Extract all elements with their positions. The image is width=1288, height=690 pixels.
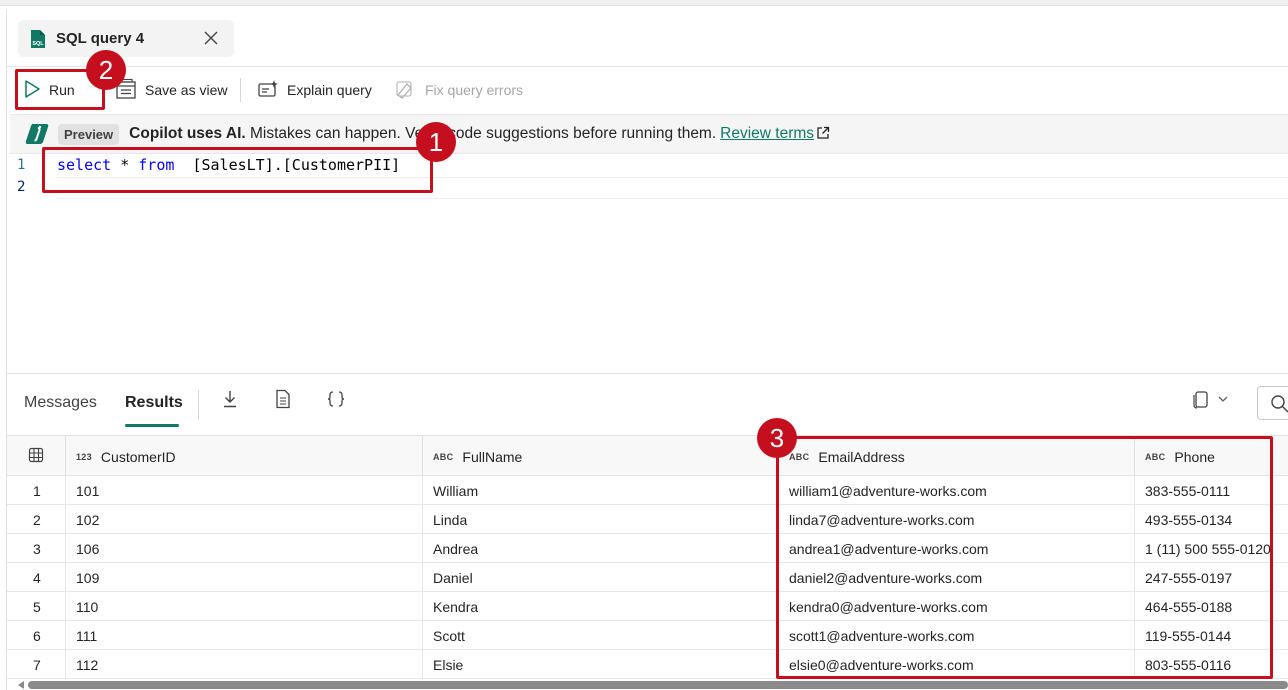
save-as-view-button[interactable]: Save as view <box>115 74 227 106</box>
table-grid-icon <box>28 447 44 466</box>
copy-icon[interactable] <box>1190 388 1212 410</box>
line-number: 2 <box>17 179 26 195</box>
row-number: 3 <box>33 540 41 557</box>
column-type-badge: ABC <box>433 451 454 462</box>
tab-bar: SQL SQL query 4 <box>7 12 1288 67</box>
tab-results[interactable]: Results <box>125 394 183 412</box>
fix-query-errors-button[interactable]: Fix query errors <box>395 74 523 106</box>
callout-box-query <box>42 147 433 193</box>
callout-badge-1: 1 <box>416 122 456 162</box>
column-name: FullName <box>462 448 523 465</box>
row-number: 2 <box>33 511 41 528</box>
pane-divider[interactable] <box>7 373 1288 374</box>
download-icon[interactable] <box>219 388 241 410</box>
active-tab-indicator <box>125 424 179 427</box>
window-top-strip <box>0 0 1288 6</box>
column-header-fullname[interactable]: ABC FullName <box>422 436 778 477</box>
callout-box-columns <box>776 436 1273 679</box>
fix-query-errors-label: Fix query errors <box>425 82 524 98</box>
scroll-left-arrow[interactable] <box>18 681 24 689</box>
sql-icon-text: SQL <box>32 41 44 47</box>
row-number: 5 <box>33 598 41 615</box>
results-search-input[interactable] <box>1257 386 1288 420</box>
row-number: 6 <box>33 627 41 644</box>
cell-fullname[interactable]: Scott <box>422 621 778 650</box>
preview-badge: Preview <box>58 123 120 145</box>
explain-query-label: Explain query <box>287 82 372 98</box>
results-separator <box>198 390 199 420</box>
cell-fullname[interactable]: Linda <box>422 505 778 534</box>
cell-customerid[interactable]: 112 <box>65 650 422 679</box>
cell-fullname[interactable]: Kendra <box>422 592 778 621</box>
cell-customerid[interactable]: 106 <box>65 534 422 563</box>
horizontal-scrollbar[interactable] <box>28 681 1288 689</box>
tab-title: SQL query 4 <box>56 30 145 47</box>
toolbar-separator <box>240 78 241 102</box>
results-tab-bar: Messages Results <box>7 380 1288 432</box>
fix-errors-icon <box>395 79 417 102</box>
external-link-icon[interactable] <box>816 126 830 143</box>
disclaimer-text: Mistakes can happen. Verify code suggest… <box>245 125 717 142</box>
row-number: 1 <box>33 482 41 499</box>
copilot-icon <box>24 122 50 146</box>
cell-fullname[interactable]: Elsie <box>422 650 778 679</box>
explain-sparkle-icon <box>257 79 279 102</box>
explain-query-button[interactable]: Explain query <box>257 74 372 106</box>
column-name: CustomerID <box>100 448 176 465</box>
close-icon[interactable] <box>200 27 222 49</box>
tab-messages[interactable]: Messages <box>24 394 97 412</box>
row-number: 4 <box>33 569 41 586</box>
toolbar: Run Save as view Explain query Fix query… <box>7 70 1288 110</box>
cell-customerid[interactable]: 109 <box>65 563 422 592</box>
save-as-view-label: Save as view <box>145 82 228 98</box>
cell-customerid[interactable]: 102 <box>65 505 422 534</box>
json-braces-icon[interactable] <box>325 388 347 410</box>
cell-fullname[interactable]: Daniel <box>422 563 778 592</box>
chevron-down-icon[interactable] <box>1212 388 1234 410</box>
review-terms-link[interactable]: Review terms <box>720 125 814 143</box>
line-number: 1 <box>17 157 26 173</box>
csv-file-icon[interactable] <box>272 388 294 410</box>
cell-customerid[interactable]: 111 <box>65 621 422 650</box>
sql-file-icon: SQL <box>30 29 46 49</box>
grid-select-all[interactable] <box>7 436 65 477</box>
cell-fullname[interactable]: William <box>422 476 778 505</box>
cell-fullname[interactable]: Andrea <box>422 534 778 563</box>
column-header-customerid[interactable]: 123 CustomerID <box>65 436 422 477</box>
cell-customerid[interactable]: 110 <box>65 592 422 621</box>
callout-badge-2: 2 <box>86 50 126 90</box>
column-type-badge: 123 <box>76 451 92 462</box>
callout-badge-3: 3 <box>757 418 797 458</box>
tab-sql-query-4[interactable]: SQL SQL query 4 <box>18 20 234 57</box>
disclaimer-bold: Copilot uses AI. <box>129 125 246 142</box>
tab-bar-divider <box>7 66 1288 67</box>
cell-customerid[interactable]: 101 <box>65 476 422 505</box>
search-icon <box>1270 394 1288 417</box>
row-number: 7 <box>33 656 41 673</box>
